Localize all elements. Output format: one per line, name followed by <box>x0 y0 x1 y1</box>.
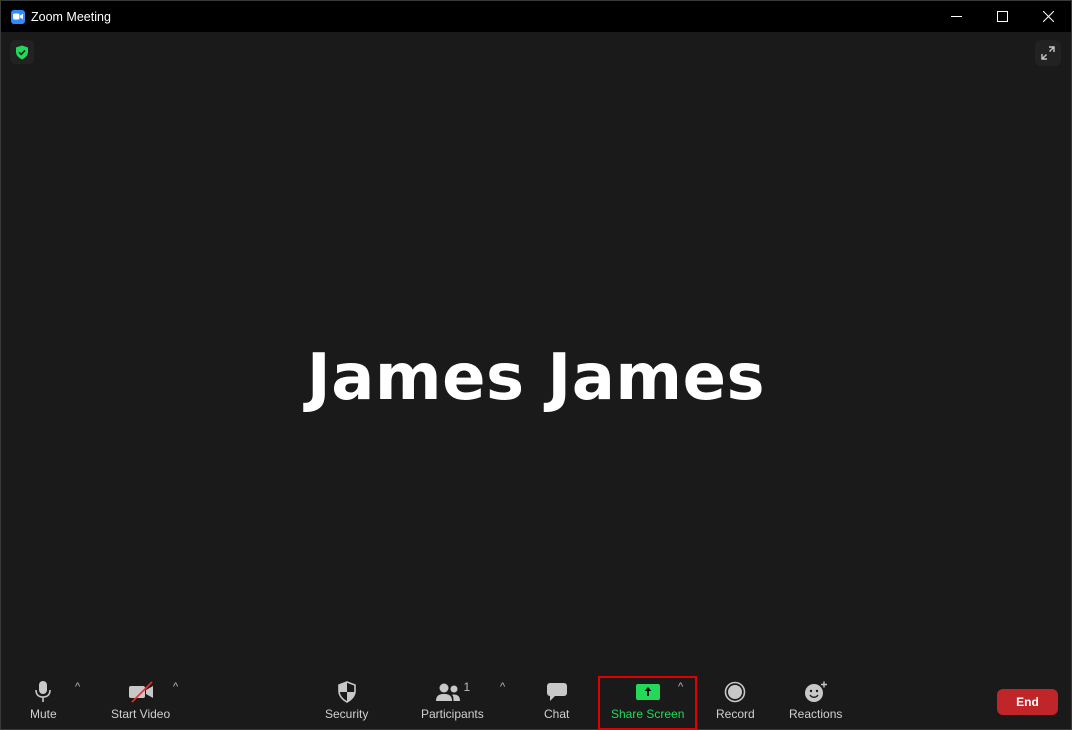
chat-label: Chat <box>544 707 570 721</box>
encryption-badge[interactable] <box>10 40 34 64</box>
security-button[interactable]: Security <box>325 679 368 721</box>
participants-icon <box>435 683 460 701</box>
share-screen-highlight <box>598 676 697 730</box>
participants-options-caret[interactable]: ^ <box>500 681 505 693</box>
window-title: Zoom Meeting <box>31 9 111 24</box>
chat-button[interactable]: Chat <box>544 679 569 721</box>
security-shield-icon <box>337 679 357 705</box>
zoom-meeting-window: Zoom Meeting James James Mute ^ Start Vi… <box>0 0 1072 730</box>
title-bar: Zoom Meeting <box>1 1 1071 32</box>
video-off-icon <box>128 679 154 705</box>
expand-icon <box>1041 46 1055 60</box>
participants-label: Participants <box>421 707 484 721</box>
emoji-plus-icon <box>804 679 828 705</box>
start-video-label: Start Video <box>111 707 171 721</box>
participants-button[interactable]: 1 Participants <box>421 679 484 721</box>
mute-button[interactable]: Mute <box>30 679 57 721</box>
participants-count: 1 <box>463 680 471 694</box>
video-options-caret[interactable]: ^ <box>173 681 178 693</box>
start-video-button[interactable]: Start Video <box>111 679 170 721</box>
maximize-button[interactable] <box>979 1 1025 32</box>
microphone-icon <box>34 679 52 705</box>
audio-options-caret[interactable]: ^ <box>75 681 80 693</box>
record-button[interactable]: Record <box>716 679 755 721</box>
record-label: Record <box>716 707 755 721</box>
maximize-icon <box>996 11 1008 22</box>
minimize-icon <box>950 16 962 17</box>
fullscreen-button[interactable] <box>1035 40 1061 66</box>
reactions-button[interactable]: Reactions <box>789 679 842 721</box>
close-icon <box>1042 11 1054 22</box>
chat-bubble-icon <box>546 679 568 705</box>
zoom-camera-icon <box>11 9 25 24</box>
meeting-toolbar: Mute ^ Start Video ^ Security 1 Particip… <box>1 669 1071 729</box>
security-label: Security <box>325 707 369 721</box>
participant-name: James James <box>306 341 766 415</box>
mute-label: Mute <box>30 707 57 721</box>
minimize-button[interactable] <box>933 1 979 32</box>
record-icon <box>724 679 746 705</box>
end-meeting-button[interactable]: End <box>997 689 1058 715</box>
reactions-label: Reactions <box>789 707 843 721</box>
shield-check-icon <box>16 45 28 59</box>
close-button[interactable] <box>1025 1 1071 32</box>
